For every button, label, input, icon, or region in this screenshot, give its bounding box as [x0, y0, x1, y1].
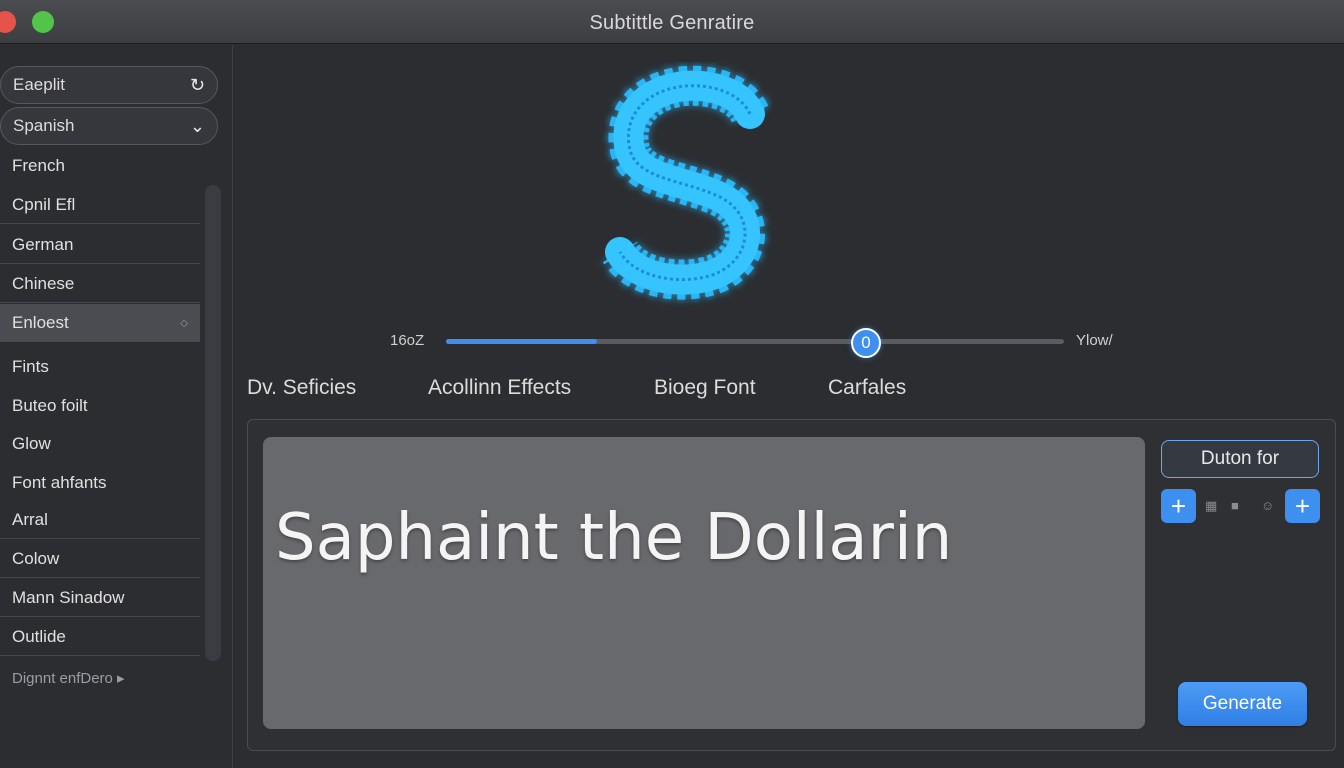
diamond-icon: ◇ [180, 317, 188, 329]
list-item[interactable]: Glow [0, 425, 200, 463]
list-item-label: Colow [12, 548, 60, 568]
tab-effects[interactable]: Acollinn Effects [428, 376, 571, 400]
search-input[interactable]: Eaeplit ↻ [0, 66, 218, 104]
list-item[interactable]: Fints [0, 348, 200, 386]
list-item[interactable]: Chinese [0, 265, 200, 303]
preview-text: Saphaint the Dollarin [275, 501, 953, 575]
slider-fill [446, 339, 597, 344]
gear-s-logo-icon [602, 65, 769, 300]
list-item-label: Mann Sinadow [12, 587, 125, 607]
add-button[interactable]: + [1161, 489, 1196, 523]
square-icon[interactable]: ■ [1231, 498, 1239, 513]
window-title: Subtittle Genratire [589, 12, 755, 34]
list-item[interactable]: German [0, 226, 200, 264]
slider-track[interactable]: 0 [446, 328, 1064, 358]
sidebar-scrollbar[interactable] [205, 185, 221, 661]
chevron-down-icon: ⌄ [189, 115, 205, 136]
list-item-label: Enloest [12, 313, 69, 332]
search-input-value: Eaeplit [13, 75, 65, 94]
slider-thumb[interactable]: 0 [851, 328, 881, 358]
slider-max-label: Ylow/ [1076, 332, 1113, 349]
list-item[interactable]: Arral [0, 501, 200, 539]
list-item[interactable]: Colow [0, 540, 200, 578]
generate-button[interactable]: Generate [1178, 682, 1307, 726]
list-item[interactable]: Font ahfants [0, 464, 200, 502]
slider-min-label: 16oZ [390, 332, 425, 349]
subtitle-preview: Saphaint the Dollarin [263, 437, 1145, 729]
list-item-label: Dignnt enfDero ▸ [12, 670, 125, 687]
list-item-selected[interactable]: Enloest ◇ [0, 304, 200, 342]
list-item[interactable]: Cpnil Efl [0, 186, 200, 224]
smiley-icon[interactable]: ☺ [1261, 498, 1274, 513]
list-item-label: Font ahfants [12, 473, 107, 492]
list-item-label: Cpnil Efl [12, 194, 76, 214]
list-item-label: Arral [12, 509, 48, 529]
option-button[interactable]: Duton for [1161, 440, 1319, 478]
tab-styles[interactable]: Dv. Seficies [247, 376, 356, 400]
list-item-label: German [12, 234, 74, 254]
tab-font[interactable]: Bioeg Font [654, 376, 756, 400]
tab-files[interactable]: Carfales [828, 376, 906, 400]
list-item-label: Chinese [12, 273, 75, 293]
toolbar-row: + ▦ ■ ☺ + [1161, 489, 1320, 523]
list-item[interactable]: French [0, 147, 200, 185]
list-item[interactable]: Dignnt enfDero ▸ [0, 659, 200, 697]
list-item-label: Fints [12, 357, 49, 376]
list-item-label: Outlide [12, 626, 66, 646]
title-bar: Subtittle Genratire [0, 0, 1344, 44]
size-slider: 16oZ 0 Ylow/ [380, 322, 1140, 362]
editor-panel: Saphaint the Dollarin Duton for + ▦ ■ ☺ … [247, 419, 1336, 751]
language-select-value: Spanish [13, 116, 75, 135]
list-item[interactable]: Mann Sinadow [0, 579, 200, 617]
tab-bar: Dv. Seficies Acollinn Effects Bioeg Font… [247, 376, 1337, 406]
list-item[interactable]: Buteo foilt [0, 387, 200, 425]
add-button-secondary[interactable]: + [1285, 489, 1320, 523]
sidebar: Eaeplit ↻ Spanish ⌄ French Cpnil Efl Ger… [0, 45, 233, 768]
list-item-label: Glow [12, 434, 51, 453]
list-item[interactable]: Outlide [0, 618, 200, 656]
list-item-label: Buteo foilt [12, 396, 88, 415]
refresh-icon[interactable]: ↻ [190, 75, 205, 96]
list-item-label: French [12, 156, 65, 175]
app-logo [590, 62, 790, 312]
grid-icon[interactable]: ▦ [1205, 498, 1217, 514]
language-select[interactable]: Spanish ⌄ [0, 107, 218, 145]
